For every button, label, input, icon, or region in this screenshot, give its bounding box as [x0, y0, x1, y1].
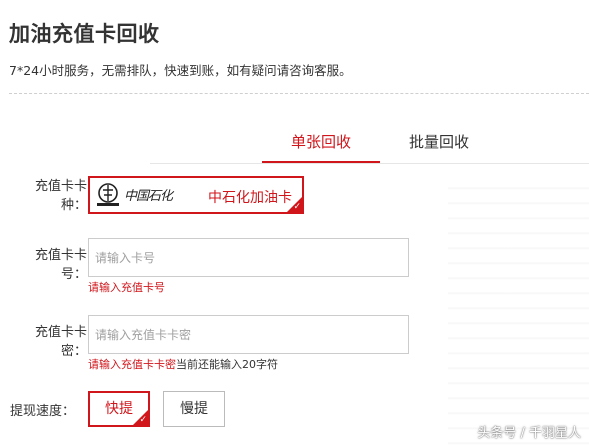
page-subtitle: 7*24小时服务，无需排队，快速到账，如有疑问请咨询客服。 — [9, 63, 352, 78]
card-number-label-line2: 号： — [60, 267, 87, 282]
dashed-divider — [9, 93, 589, 94]
check-icon: ✓ — [139, 415, 147, 425]
card-number-hint: 请输入充值卡号 — [88, 281, 165, 294]
watermark-text: 头条号 / 千羽星人 — [477, 426, 581, 441]
card-number-input[interactable] — [88, 238, 409, 277]
withdraw-speed-label: 提现速度： — [10, 404, 76, 419]
card-type-label: 充值卡卡 种： — [27, 177, 87, 215]
card-password-hint-error: 请输入充值卡卡密 — [88, 358, 176, 371]
speed-slow-label: 慢提 — [180, 401, 208, 417]
speed-slow-button[interactable]: 慢提 — [163, 391, 225, 427]
card-password-label-line2: 密： — [60, 344, 87, 359]
card-type-label-line2: 种： — [60, 198, 87, 213]
background-scan-area — [448, 175, 589, 448]
speed-fast-button[interactable]: 快提 ✓ — [88, 391, 150, 427]
tab-batch-recycle[interactable]: 批量回收 — [380, 131, 498, 165]
sinopec-logo-text: 中国石化 — [124, 189, 173, 204]
card-password-char-count: 当前还能输入20字符 — [176, 358, 278, 371]
card-password-label-line1: 充值卡卡 — [34, 325, 87, 340]
card-type-option-sinopec[interactable]: 中国石化 中石化加油卡 ✓ — [88, 176, 304, 214]
card-type-label-line1: 充值卡卡 — [34, 179, 87, 194]
page-title: 加油充值卡回收 — [9, 22, 160, 46]
card-number-label: 充值卡卡 号： — [27, 246, 87, 284]
card-password-input[interactable] — [88, 315, 409, 354]
tab-active-indicator — [262, 161, 380, 163]
sinopec-logo-icon — [97, 183, 119, 206]
card-password-label: 充值卡卡 密： — [27, 323, 87, 361]
card-number-label-line1: 充值卡卡 — [34, 248, 87, 263]
speed-fast-label: 快提 — [105, 401, 133, 417]
card-type-option-label: 中石化加油卡 — [208, 190, 292, 206]
tab-single-recycle[interactable]: 单张回收 — [262, 131, 380, 165]
card-password-hint: 请输入充值卡卡密当前还能输入20字符 — [88, 356, 278, 372]
page-root: 加油充值卡回收 7*24小时服务，无需排队，快速到账，如有疑问请咨询客服。 单张… — [0, 0, 589, 448]
check-icon: ✓ — [293, 202, 301, 212]
